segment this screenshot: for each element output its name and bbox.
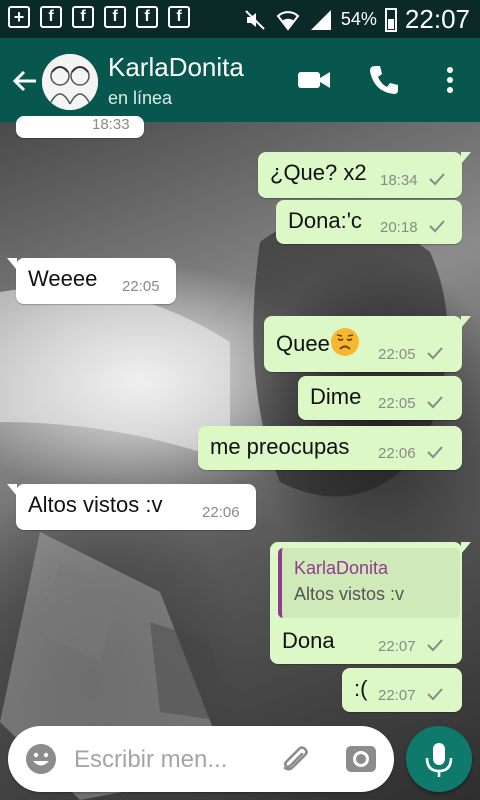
more-vert-icon[interactable] (432, 62, 468, 98)
contact-name[interactable]: KarlaDonita (108, 52, 244, 83)
battery-icon (384, 7, 397, 32)
message-text-body: Quee (276, 331, 330, 356)
message-text: :( (354, 676, 368, 701)
message-time: 22:07 (378, 687, 416, 704)
message-input[interactable] (72, 740, 266, 780)
camera-icon[interactable] (344, 742, 378, 776)
facebook-icon: f (40, 6, 62, 28)
battery-percentage: 54% (340, 9, 377, 29)
notification-icons: + f f f f f (8, 6, 190, 28)
delivered-check-icon (429, 173, 445, 186)
plus-notification-icon: + (8, 6, 30, 28)
message-time: 22:05 (378, 346, 416, 363)
message-text: Quee (276, 328, 359, 357)
message-time: 18:34 (380, 172, 418, 189)
chat-header: KarlaDonita en línea (0, 38, 480, 122)
delivered-check-icon (427, 688, 443, 701)
delivered-check-icon (427, 396, 443, 409)
phone-icon[interactable] (366, 62, 402, 98)
quoted-message[interactable]: KarlaDonita Altos vistos :v (278, 548, 460, 618)
delivered-check-icon (427, 347, 443, 360)
facebook-icon: f (72, 6, 94, 28)
attach-icon[interactable] (278, 742, 312, 776)
avatar[interactable] (42, 54, 98, 110)
disappointed-face-emoji (330, 328, 359, 356)
facebook-icon: f (136, 6, 158, 28)
message-text: ¿Que? x2 (270, 160, 367, 185)
message-text: Dona:'c (288, 208, 362, 233)
facebook-icon: f (168, 6, 190, 28)
clock-time: 22:07 (404, 4, 470, 34)
message-text: Weeee (28, 266, 98, 291)
delivered-check-icon (429, 220, 445, 233)
message-time: 18:33 (92, 116, 130, 133)
message-outgoing-reply[interactable]: KarlaDonita Altos vistos :v Dona 22:07 (270, 542, 471, 664)
message-text: me preocupas (210, 434, 350, 459)
message-time: 22:05 (378, 395, 416, 412)
system-icons: 54% 22:07 (243, 4, 470, 35)
delivered-check-icon (427, 446, 443, 459)
message-time: 20:18 (380, 219, 418, 236)
signal-icon (310, 9, 331, 30)
message-composer (8, 726, 394, 792)
message-time: 22:05 (122, 278, 160, 295)
message-outgoing[interactable]: Quee 22:05 (264, 316, 471, 372)
delivered-check-icon (427, 639, 443, 652)
back-arrow-icon[interactable] (10, 60, 40, 100)
mic-button[interactable] (406, 726, 472, 792)
message-outgoing[interactable]: Dona:'c 20:18 (276, 200, 462, 244)
facebook-icon: f (104, 6, 126, 28)
chat-background: 18:33 ¿Que? x2 18:34 Dona:'c 20:18 Weeee… (0, 116, 480, 800)
message-incoming[interactable]: 18:33 (16, 116, 144, 138)
video-call-icon[interactable] (296, 62, 332, 98)
quoted-text: Altos vistos :v (294, 584, 405, 604)
message-outgoing[interactable]: Dime 22:05 (298, 376, 462, 420)
message-incoming[interactable]: Weeee 22:05 (7, 258, 176, 304)
wifi-icon (276, 10, 300, 31)
status-bar: + f f f f f 54% 22:07 (0, 0, 480, 38)
message-outgoing[interactable]: me preocupas 22:06 (198, 426, 462, 470)
message-incoming[interactable]: Altos vistos :v 22:06 (7, 484, 256, 530)
message-text: Dona (282, 628, 335, 653)
message-outgoing[interactable]: ¿Que? x2 18:34 (258, 152, 471, 198)
mic-icon (425, 743, 453, 777)
message-time: 22:06 (378, 445, 416, 462)
mute-icon (245, 9, 265, 30)
emoji-icon[interactable] (24, 742, 58, 776)
message-time: 22:07 (378, 638, 416, 655)
message-text: Dime (310, 384, 362, 409)
quoted-author: KarlaDonita (294, 558, 389, 578)
message-time: 22:06 (202, 504, 240, 521)
contact-status: en línea (108, 88, 173, 108)
message-outgoing[interactable]: :( 22:07 (342, 668, 462, 712)
message-text: Altos vistos :v (28, 492, 163, 517)
